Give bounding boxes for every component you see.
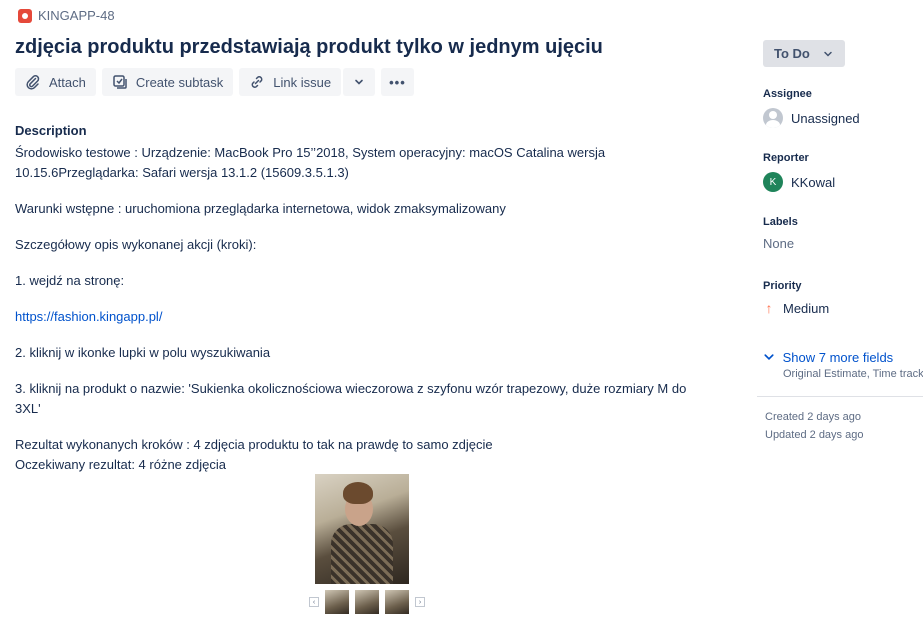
created-date: Created 2 days ago [765,411,862,423]
photo-dress [331,524,393,584]
reporter-label: Reporter [763,152,809,164]
attachment-image: ‹ › [309,474,425,614]
issue-toolbar: Attach Create subtask Link issue ••• [15,68,414,96]
create-subtask-button[interactable]: Create subtask [101,68,234,96]
photo-hair [343,482,373,504]
link-icon [251,76,263,88]
description-step-3[interactable]: 3. kliknij na produkt o nazwie: 'Sukienk… [15,379,715,419]
thumbnail-prev-button[interactable]: ‹ [309,597,319,607]
show-more-fields-label: Show 7 more fields [782,350,894,365]
link-issue-dropdown-button[interactable] [343,68,376,96]
priority-value[interactable]: ↑ Medium [763,300,923,316]
attach-button[interactable]: Attach [15,68,96,96]
product-photo[interactable] [315,474,409,584]
paperclip-icon [26,75,40,90]
labels-value[interactable]: None [763,236,923,251]
subtask-icon [113,75,127,89]
assignee-name: Unassigned [791,110,860,126]
priority-label: Priority [763,280,802,292]
attach-label: Attach [49,74,86,90]
status-button[interactable]: To Do [763,40,845,67]
description-step-2[interactable]: 2. kliknij w ikonke lupki w polu wyszuki… [15,343,715,363]
create-subtask-label: Create subtask [135,74,224,90]
reporter-value[interactable]: K KKowal [763,172,923,192]
assignee-label: Assignee [763,88,812,100]
show-more-fields-button[interactable]: Show 7 more fields [763,350,893,365]
thumbnail-strip: ‹ › [309,590,425,614]
description-environment[interactable]: Środowisko testowe : Urządzenie: MacBook… [15,143,715,183]
issue-key[interactable]: KINGAPP-48 [38,8,115,23]
more-icon: ••• [389,74,406,90]
labels-field: Labels None [763,216,923,251]
bug-icon [18,8,32,23]
more-fields-summary: Original Estimate, Time track [783,368,923,380]
avatar: K [763,172,783,192]
link-issue-button[interactable]: Link issue [239,68,342,96]
description-link[interactable]: https://fashion.kingapp.pl/ [15,309,162,324]
chevron-down-icon [824,51,832,57]
status-label: To Do [774,46,810,61]
thumbnail[interactable] [355,590,379,614]
description-result[interactable]: Rezultat wykonanych kroków : 4 zdjęcia p… [15,435,715,455]
reporter-field: Reporter K KKowal [763,152,923,192]
more-actions-button[interactable]: ••• [381,68,414,96]
chevron-down-icon [764,354,774,361]
description-expected[interactable]: Oczekiwany rezultat: 4 różne zdjęcia [15,455,715,475]
thumbnail[interactable] [385,590,409,614]
user-icon [763,108,783,128]
arrow-up-icon: ↑ [765,300,773,316]
assignee-value[interactable]: Unassigned [763,108,923,128]
reporter-name: KKowal [791,174,836,190]
link-issue-label: Link issue [273,74,332,90]
link-issue-split-button: Link issue [239,68,376,96]
assignee-field: Assignee Unassigned [763,88,923,128]
issue-title[interactable]: zdjęcia produktu przedstawiają produkt t… [15,36,603,59]
priority-field: Priority ↑ Medium [763,280,923,316]
labels-label: Labels [763,216,798,228]
priority-name: Medium [783,300,830,316]
thumbnail[interactable] [325,590,349,614]
issue-breadcrumb[interactable]: KINGAPP-48 [18,8,115,23]
description-preconditions[interactable]: Warunki wstępne : uruchomiona przeglądar… [15,199,715,219]
chevron-down-icon [355,79,363,85]
thumbnail-next-button[interactable]: › [415,597,425,607]
description-steps-heading[interactable]: Szczegółowy opis wykonanej akcji (kroki)… [15,235,715,255]
description-step-1[interactable]: 1. wejdź na stronę: [15,271,715,291]
description-section: Description Środowisko testowe : Urządze… [15,121,715,475]
sidebar-divider [757,396,923,397]
description-heading: Description [15,123,87,138]
updated-date: Updated 2 days ago [765,429,864,441]
